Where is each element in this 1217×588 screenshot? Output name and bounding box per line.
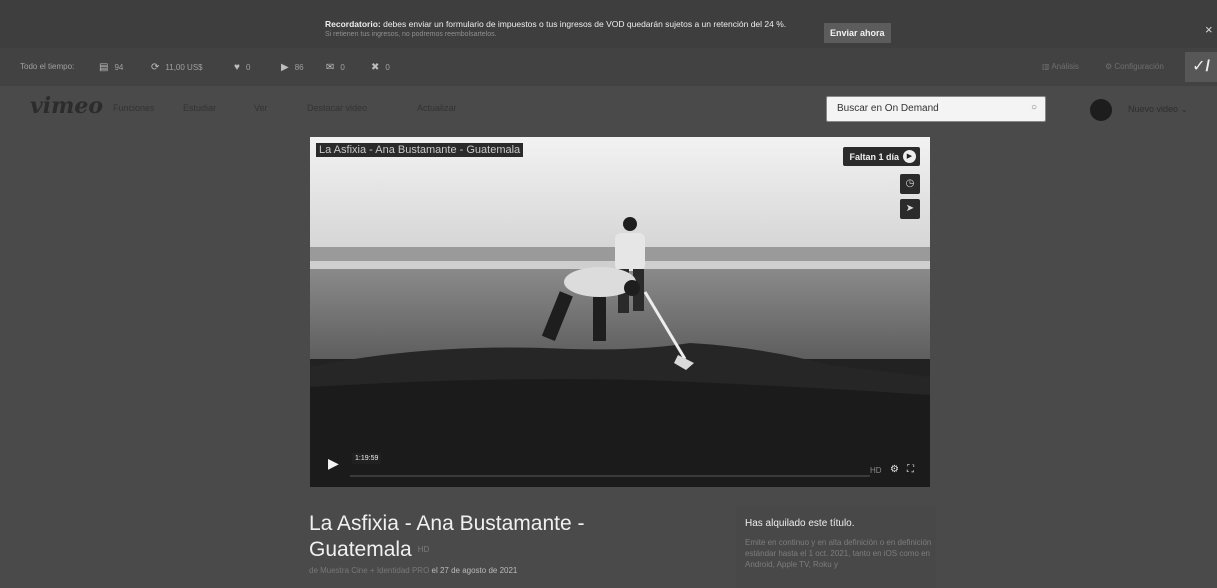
search-icon: ○ [1030,102,1037,113]
close-icon[interactable]: × [1205,22,1213,37]
comment-icon: ✉ [326,62,335,73]
gear-icon[interactable]: ⚙ [890,464,899,475]
fullscreen-icon[interactable]: ⛶ [907,464,914,475]
nav-item-features[interactable]: Funciones [113,103,155,113]
nav-item-watch[interactable]: Ver [254,103,268,113]
stat-earnings[interactable]: ⟳ 11,00 US$ [151,62,203,73]
watch-later-button[interactable]: ◷ [900,174,920,194]
pro-badge: PRO [411,566,430,575]
video-frame [310,137,930,487]
page-title: La Asfixia - Ana Bustamante - Guatemala H… [309,512,585,561]
stats-period-label: Todo el tiempo: [20,62,75,71]
hd-toggle[interactable]: HD [870,466,882,475]
rating-icon: ✖ [371,62,380,73]
reminder-text: Recordatorio: debes enviar un formulario… [325,19,787,29]
analytics-icon: ▥ [1042,62,1052,71]
rental-title: Has alquilado este título. [745,518,855,529]
nav-item-study[interactable]: Estudiar [183,103,216,113]
nav-item-upgrade[interactable]: Actualizar [417,103,457,113]
earnings-icon: ⟳ [151,62,160,73]
play-circle-icon: ▶ [903,150,916,163]
analytics-link[interactable]: ▥ Análisis [1042,62,1079,71]
nav-item-feature-video[interactable]: Destacar video [307,103,367,113]
send-icon: ➤ [905,203,915,214]
video-title-overlay: La Asfixia - Ana Bustamante - Guatemala [316,143,524,157]
brand-logo-icon[interactable]: ✓/ [1185,52,1217,82]
search-input[interactable]: Buscar en On Demand ○ [826,96,1046,122]
stat-likes[interactable]: ♥ 0 [234,62,250,73]
stat-videos[interactable]: ▤ 94 [99,62,123,73]
search-placeholder: Buscar en On Demand [837,103,939,114]
share-button[interactable]: ➤ [900,199,920,219]
video-byline: de Muestra Cine + Identidad PRO el 27 de… [309,566,518,575]
rental-countdown-badge[interactable]: Faltan 1 día ▶ [843,147,920,166]
avatar[interactable] [1090,99,1112,121]
timecode-badge: 1:19:59 [352,453,382,464]
vimeo-logo[interactable]: vimeo [30,93,103,119]
reminder-subtext: Si retienen tus ingresos, no podremos re… [325,31,497,38]
play-icon: ▶ [281,62,289,73]
play-button[interactable]: ▶ [328,455,339,472]
document-icon: ▤ [99,62,109,73]
stat-plays[interactable]: ▶ 86 [281,62,304,73]
new-video-button[interactable]: Nuevo video ⌄ [1128,104,1188,115]
gear-icon: ⚙ [1105,62,1115,71]
stat-comments[interactable]: ✉ 0 [326,62,345,73]
send-now-button[interactable]: Enviar ahora [824,23,891,43]
hd-badge: HD [417,545,430,555]
rental-description: Emite en continuo y en alta definición o… [745,538,932,569]
progress-bar[interactable] [350,475,870,477]
video-player[interactable]: La Asfixia - Ana Bustamante - Guatemala … [310,137,930,487]
stat-ratings[interactable]: ✖ 0 [371,62,390,73]
clock-icon: ◷ [905,178,915,189]
heart-icon: ♥ [234,62,240,73]
settings-link[interactable]: ⚙ Configuración [1105,62,1164,71]
